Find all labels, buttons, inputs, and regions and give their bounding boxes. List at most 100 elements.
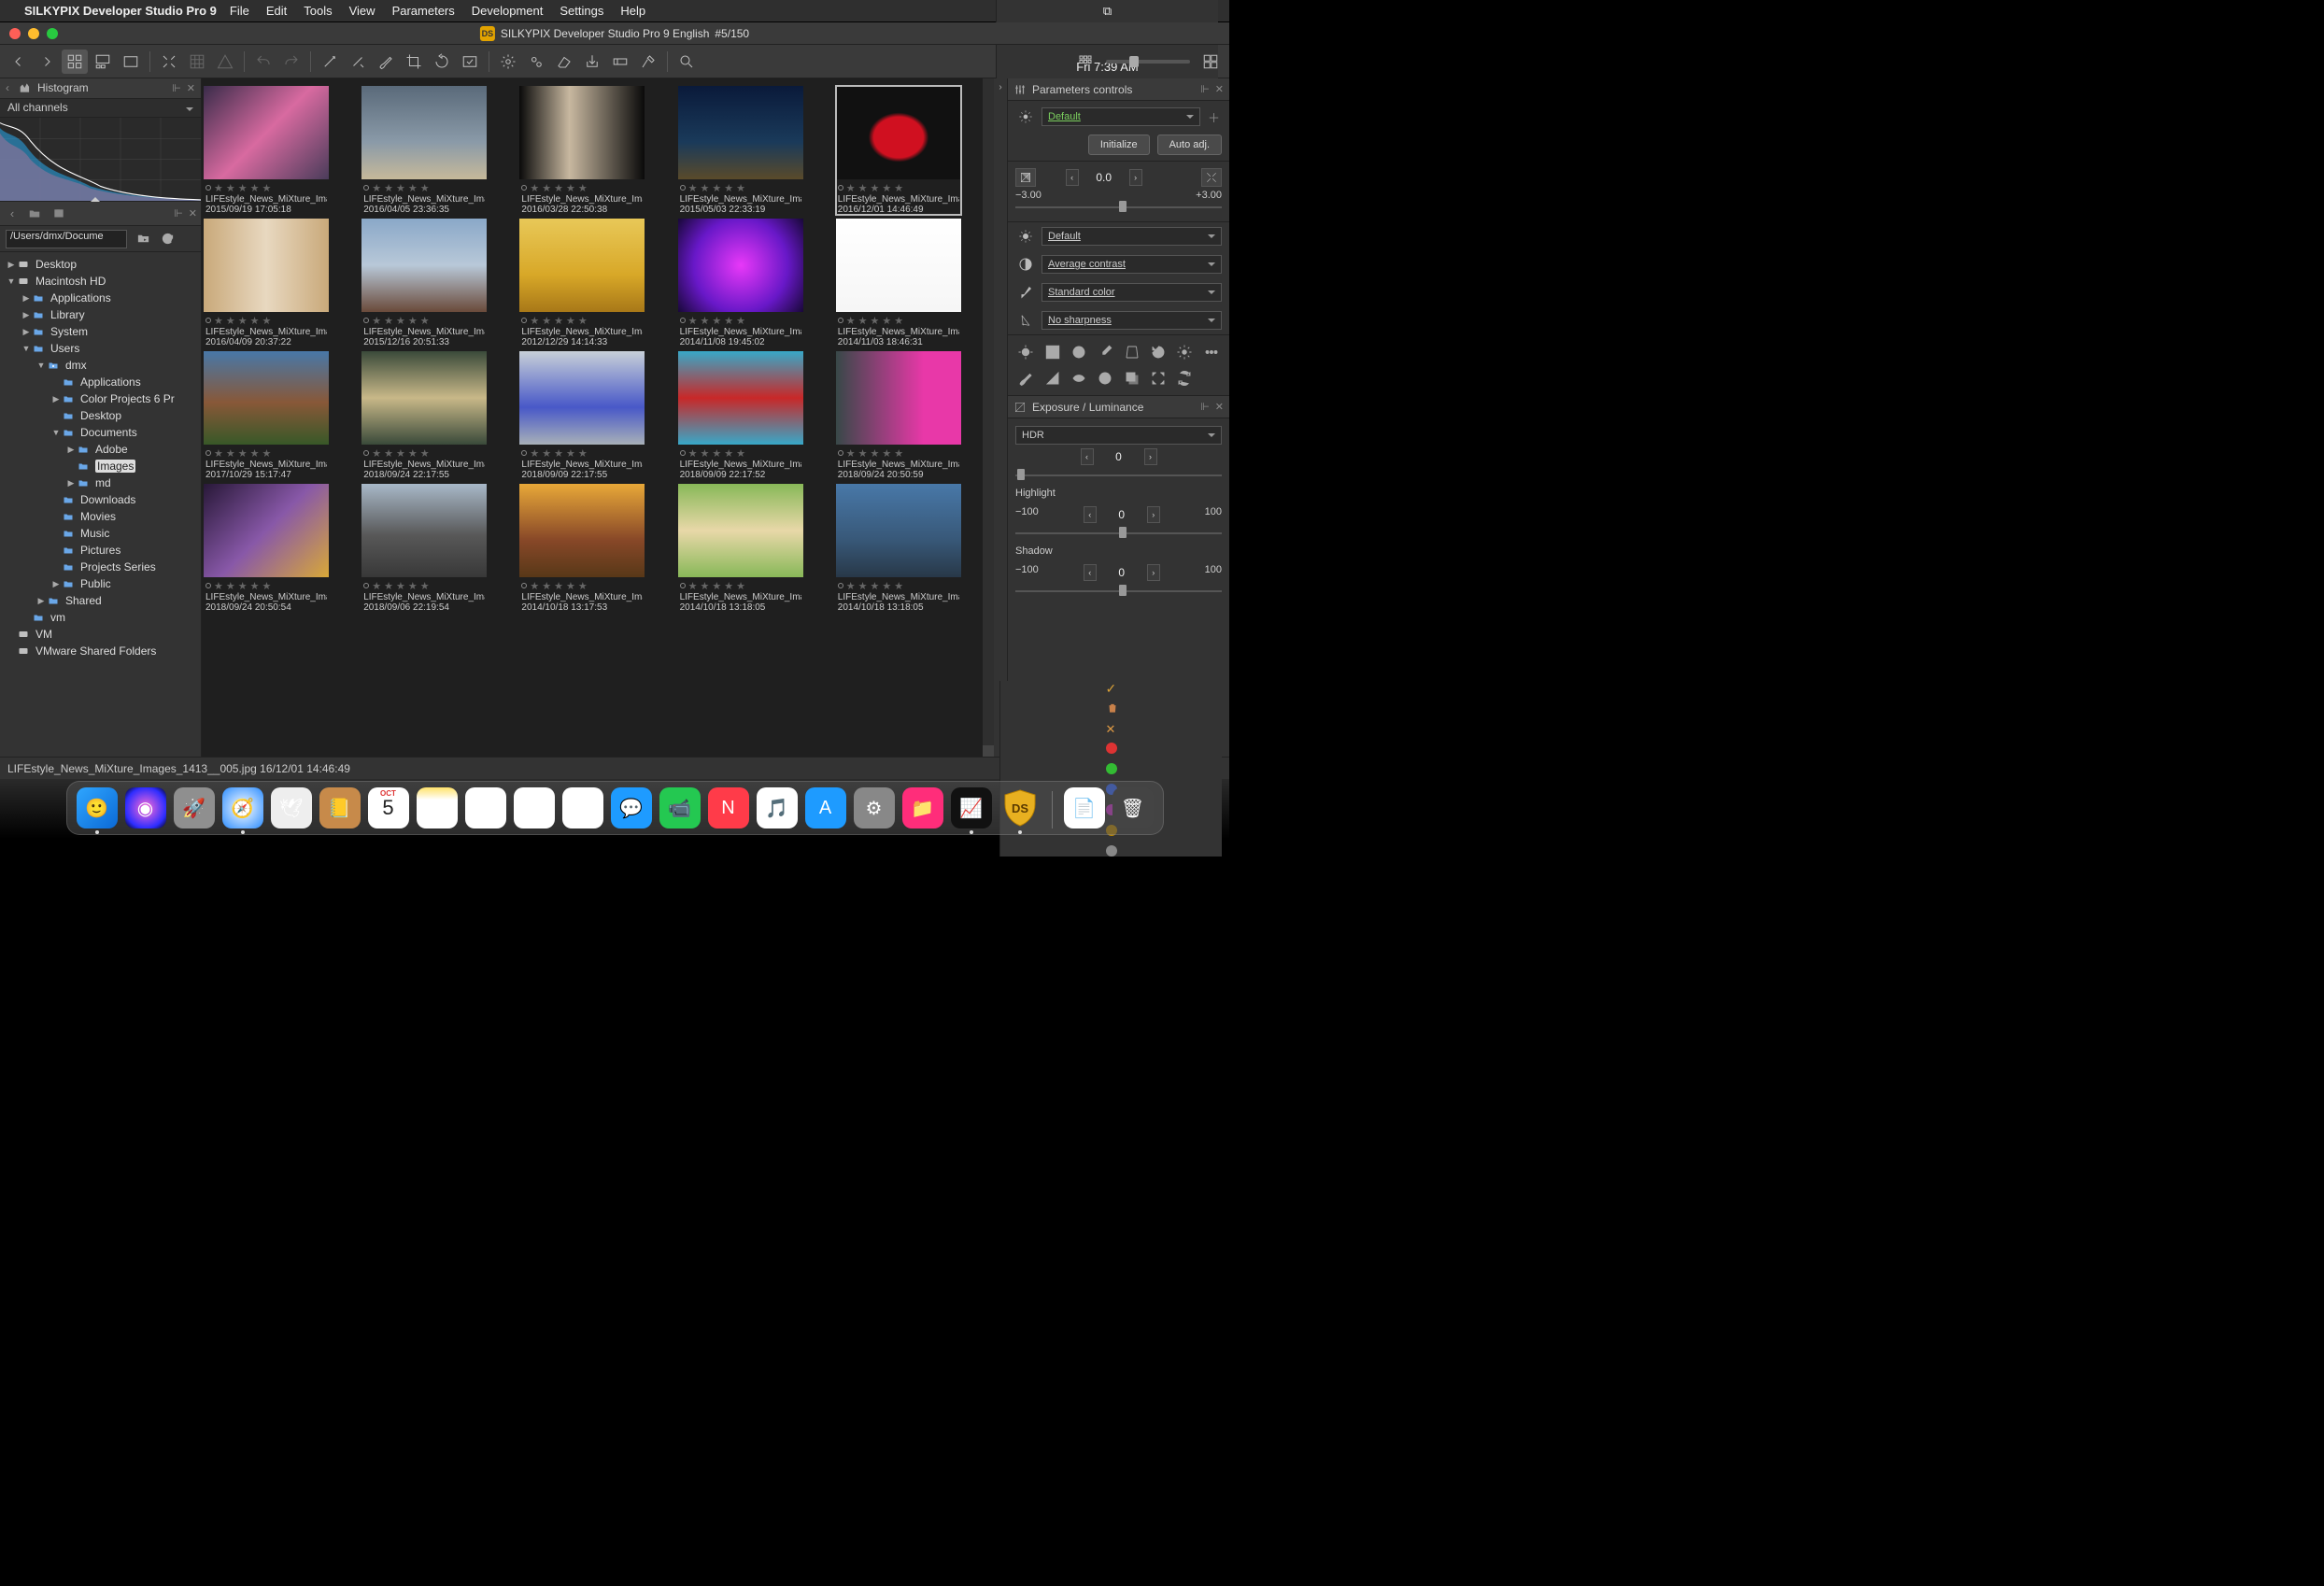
disclosure-arrow[interactable]: ▶ [65, 478, 77, 489]
tree-item-users[interactable]: ▼Users [0, 340, 201, 357]
tone-curve-icon[interactable] [1043, 343, 1062, 361]
brush-adj-icon[interactable] [1016, 369, 1035, 388]
exposure-decrease[interactable]: ‹ [1066, 169, 1079, 186]
erase-tool[interactable] [551, 50, 577, 74]
tree-item-macintosh-hd[interactable]: ▼Macintosh HD [0, 273, 201, 290]
disclosure-arrow[interactable]: ▶ [35, 596, 47, 606]
highlight-spinner[interactable]: ‹0› [1084, 506, 1160, 523]
hdr-slider[interactable] [1015, 471, 1222, 480]
dock-news-icon[interactable]: N [708, 787, 749, 828]
rating-row[interactable]: ★★★★★ [838, 579, 959, 592]
dock-launchpad-icon[interactable]: 🚀 [174, 787, 215, 828]
exposure-slider[interactable] [1015, 203, 1222, 212]
disclosure-arrow[interactable]: ▶ [21, 327, 32, 337]
tree-item-desktop[interactable]: ▶Desktop [0, 256, 201, 273]
contrast-icon[interactable] [1015, 257, 1036, 272]
thumbnail[interactable]: ★★★★★LIFEstyle_News_MiXture_Image2018/09… [204, 484, 329, 613]
dock-mail-icon[interactable]: 🕊 [271, 787, 312, 828]
sharp-select[interactable]: No sharpness [1042, 311, 1222, 330]
rating-row[interactable]: ★★★★★ [363, 181, 485, 194]
spotting-tool[interactable] [345, 50, 371, 74]
rename-tool[interactable] [607, 50, 633, 74]
nav-back-button[interactable] [6, 50, 32, 74]
thumbnail[interactable]: ★★★★★LIFEstyle_News_MiXture_Image2015/12… [361, 219, 487, 347]
luminance-pin[interactable]: ⊩ [1200, 401, 1210, 413]
dock-calendar-icon[interactable]: OCT5 [368, 787, 409, 828]
sharp-icon[interactable] [1015, 313, 1036, 328]
dock-contacts-icon[interactable]: 📒 [319, 787, 361, 828]
effects-icon[interactable] [1175, 343, 1194, 361]
color-icon[interactable] [1015, 285, 1036, 300]
undo-button[interactable] [250, 50, 276, 74]
tree-item-movies[interactable]: Movies [0, 508, 201, 525]
color-select[interactable]: Standard color [1042, 283, 1222, 302]
gear-icon[interactable] [1015, 109, 1036, 124]
tree-item-dmx[interactable]: ▼dmx [0, 357, 201, 374]
fisheye-adj-icon[interactable] [1070, 369, 1088, 388]
rating-row[interactable]: ★★★★★ [521, 181, 643, 194]
tree-item-vmware-shared-folders[interactable]: VMware Shared Folders [0, 643, 201, 659]
dock-messages-icon[interactable]: 💬 [611, 787, 652, 828]
rating-row[interactable]: ★★★★★ [363, 579, 485, 592]
dock-activity-icon[interactable]: 📈 [951, 787, 992, 828]
dev-settings-tool[interactable] [495, 50, 521, 74]
preset-select[interactable]: Default [1042, 107, 1200, 126]
window-zoom-button[interactable] [47, 28, 58, 39]
auto-adj-tool[interactable] [317, 50, 343, 74]
rating-row[interactable]: ★★★★★ [521, 446, 643, 460]
exposure-increase[interactable]: › [1129, 169, 1142, 186]
tree-item-projects-series[interactable]: Projects Series [0, 559, 201, 575]
rating-row[interactable]: ★★★★★ [838, 314, 959, 327]
thumbnail[interactable]: ★★★★★LIFEstyle_News_MiXture_Image2017/10… [204, 351, 329, 480]
tree-item-images[interactable]: Images [0, 458, 201, 474]
disclosure-arrow[interactable]: ▶ [21, 293, 32, 304]
dropper-icon[interactable] [1096, 343, 1114, 361]
disclosure-arrow[interactable]: ▼ [50, 428, 62, 437]
right-panel-expand[interactable]: › [994, 78, 1007, 757]
menu-settings[interactable]: Settings [560, 4, 603, 18]
thumbnail[interactable]: ★★★★★LIFEstyle_News_MiXture_Image2014/11… [678, 219, 803, 347]
thumbnail[interactable]: ★★★★★LIFEstyle_News_MiXture_Image2014/10… [836, 484, 961, 613]
loupe-tool[interactable] [673, 50, 700, 74]
rating-row[interactable]: ★★★★★ [838, 446, 959, 460]
tree-item-applications[interactable]: Applications [0, 374, 201, 390]
batch-dev-tool[interactable] [523, 50, 549, 74]
tree-item-vm[interactable]: vm [0, 609, 201, 626]
thumbnail[interactable]: ★★★★★LIFEstyle_News_MiXture_Image2018/09… [361, 484, 487, 613]
dock-facetime-icon[interactable]: 📹 [659, 787, 701, 828]
sync-adj-icon[interactable] [1175, 369, 1194, 388]
menu-view[interactable]: View [349, 4, 376, 18]
dock-photos-icon[interactable]: ❋ [562, 787, 603, 828]
tree-item-pictures[interactable]: Pictures [0, 542, 201, 559]
window-close-button[interactable] [9, 28, 21, 39]
wb-select[interactable]: Default [1042, 227, 1222, 246]
tree-item-color-projects-6-pr[interactable]: ▶Color Projects 6 Pr [0, 390, 201, 407]
thumbnail[interactable]: ★★★★★LIFEstyle_News_MiXture_Image2016/04… [361, 86, 487, 215]
warning-button[interactable] [212, 50, 238, 74]
tree-item-public[interactable]: ▶Public [0, 575, 201, 592]
thumb-size-slider[interactable] [1106, 60, 1190, 64]
dock-cleaner-icon[interactable]: 📁 [902, 787, 943, 828]
exposure-spinner[interactable]: ‹ 0.0 › [1066, 169, 1142, 186]
tree-item-applications[interactable]: ▶Applications [0, 290, 201, 306]
goto-folder-button[interactable] [135, 232, 151, 246]
disclosure-arrow[interactable]: ▼ [21, 344, 32, 353]
layers-adj-icon[interactable] [1123, 369, 1141, 388]
refresh-button[interactable] [159, 232, 176, 246]
hdr-spinner[interactable]: ‹0› [1081, 448, 1157, 465]
highlight-adj-icon[interactable] [1016, 343, 1035, 361]
tree-item-downloads[interactable]: Downloads [0, 491, 201, 508]
tree-item-documents[interactable]: ▼Documents [0, 424, 201, 441]
disclosure-arrow[interactable]: ▶ [50, 394, 62, 404]
disclosure-arrow[interactable]: ▶ [65, 445, 77, 455]
histogram-close[interactable]: ✕ [187, 82, 195, 94]
lens-icon[interactable] [1070, 343, 1088, 361]
luminance-close[interactable]: ✕ [1215, 401, 1224, 413]
disclosure-arrow[interactable]: ▼ [6, 276, 17, 286]
initialize-button[interactable]: Initialize [1088, 135, 1150, 155]
tree-item-library[interactable]: ▶Library [0, 306, 201, 323]
nav-fwd-button[interactable] [34, 50, 60, 74]
rating-row[interactable]: ★★★★★ [838, 181, 959, 194]
tree-item-md[interactable]: ▶md [0, 474, 201, 491]
check-tool[interactable] [457, 50, 483, 74]
